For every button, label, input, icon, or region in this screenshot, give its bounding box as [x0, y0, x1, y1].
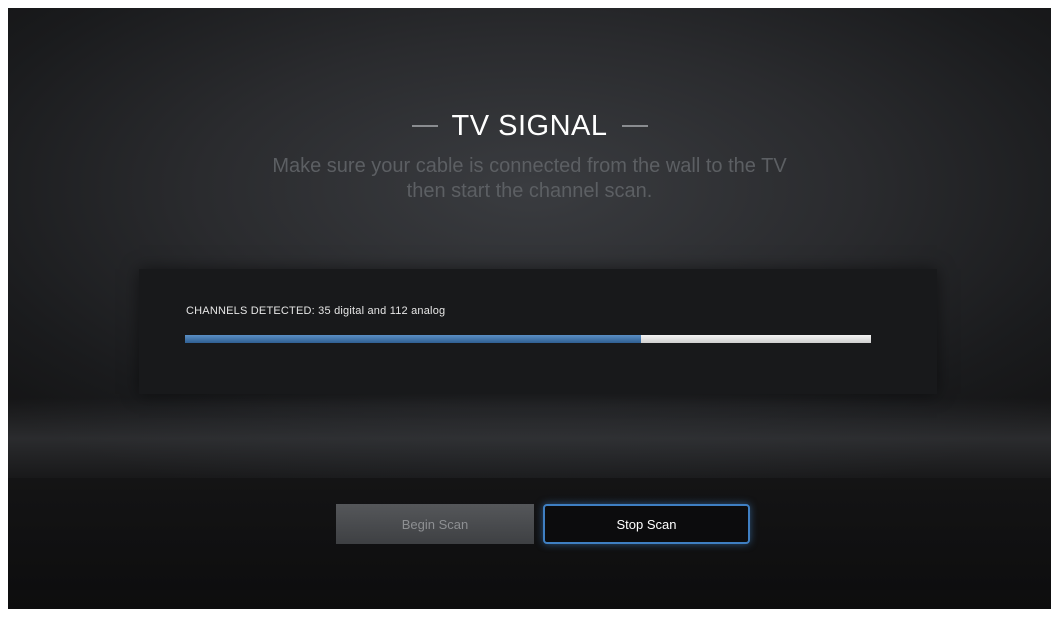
- floor-glow: [8, 398, 1051, 488]
- channels-detected-label: CHANNELS DETECTED:: [186, 305, 315, 317]
- channels-detected-text: CHANNELS DETECTED: 35 digital and 112 an…: [186, 305, 445, 317]
- page-title: TV SIGNAL: [451, 109, 608, 142]
- instructions: Make sure your cable is connected from t…: [8, 154, 1051, 204]
- instructions-line-2: then start the channel scan.: [406, 180, 653, 202]
- scan-progress-fill: [185, 335, 642, 343]
- analog-label: analog: [411, 305, 446, 317]
- scan-panel: CHANNELS DETECTED: 35 digital and 112 an…: [139, 269, 937, 394]
- instructions-line-1: Make sure your cable is connected from t…: [272, 155, 787, 177]
- begin-scan-button[interactable]: Begin Scan: [336, 504, 534, 544]
- digital-label: digital and: [334, 305, 387, 317]
- title-dash-right: [621, 125, 648, 127]
- stop-scan-button[interactable]: Stop Scan: [543, 504, 750, 544]
- tv-setup-screen: TV SIGNAL Make sure your cable is connec…: [8, 8, 1051, 609]
- scan-progress-bar: [185, 335, 871, 343]
- title-dash-left: [411, 125, 438, 127]
- digital-count: 35: [318, 305, 331, 317]
- title-row: TV SIGNAL: [8, 104, 1051, 148]
- analog-count: 112: [389, 305, 408, 317]
